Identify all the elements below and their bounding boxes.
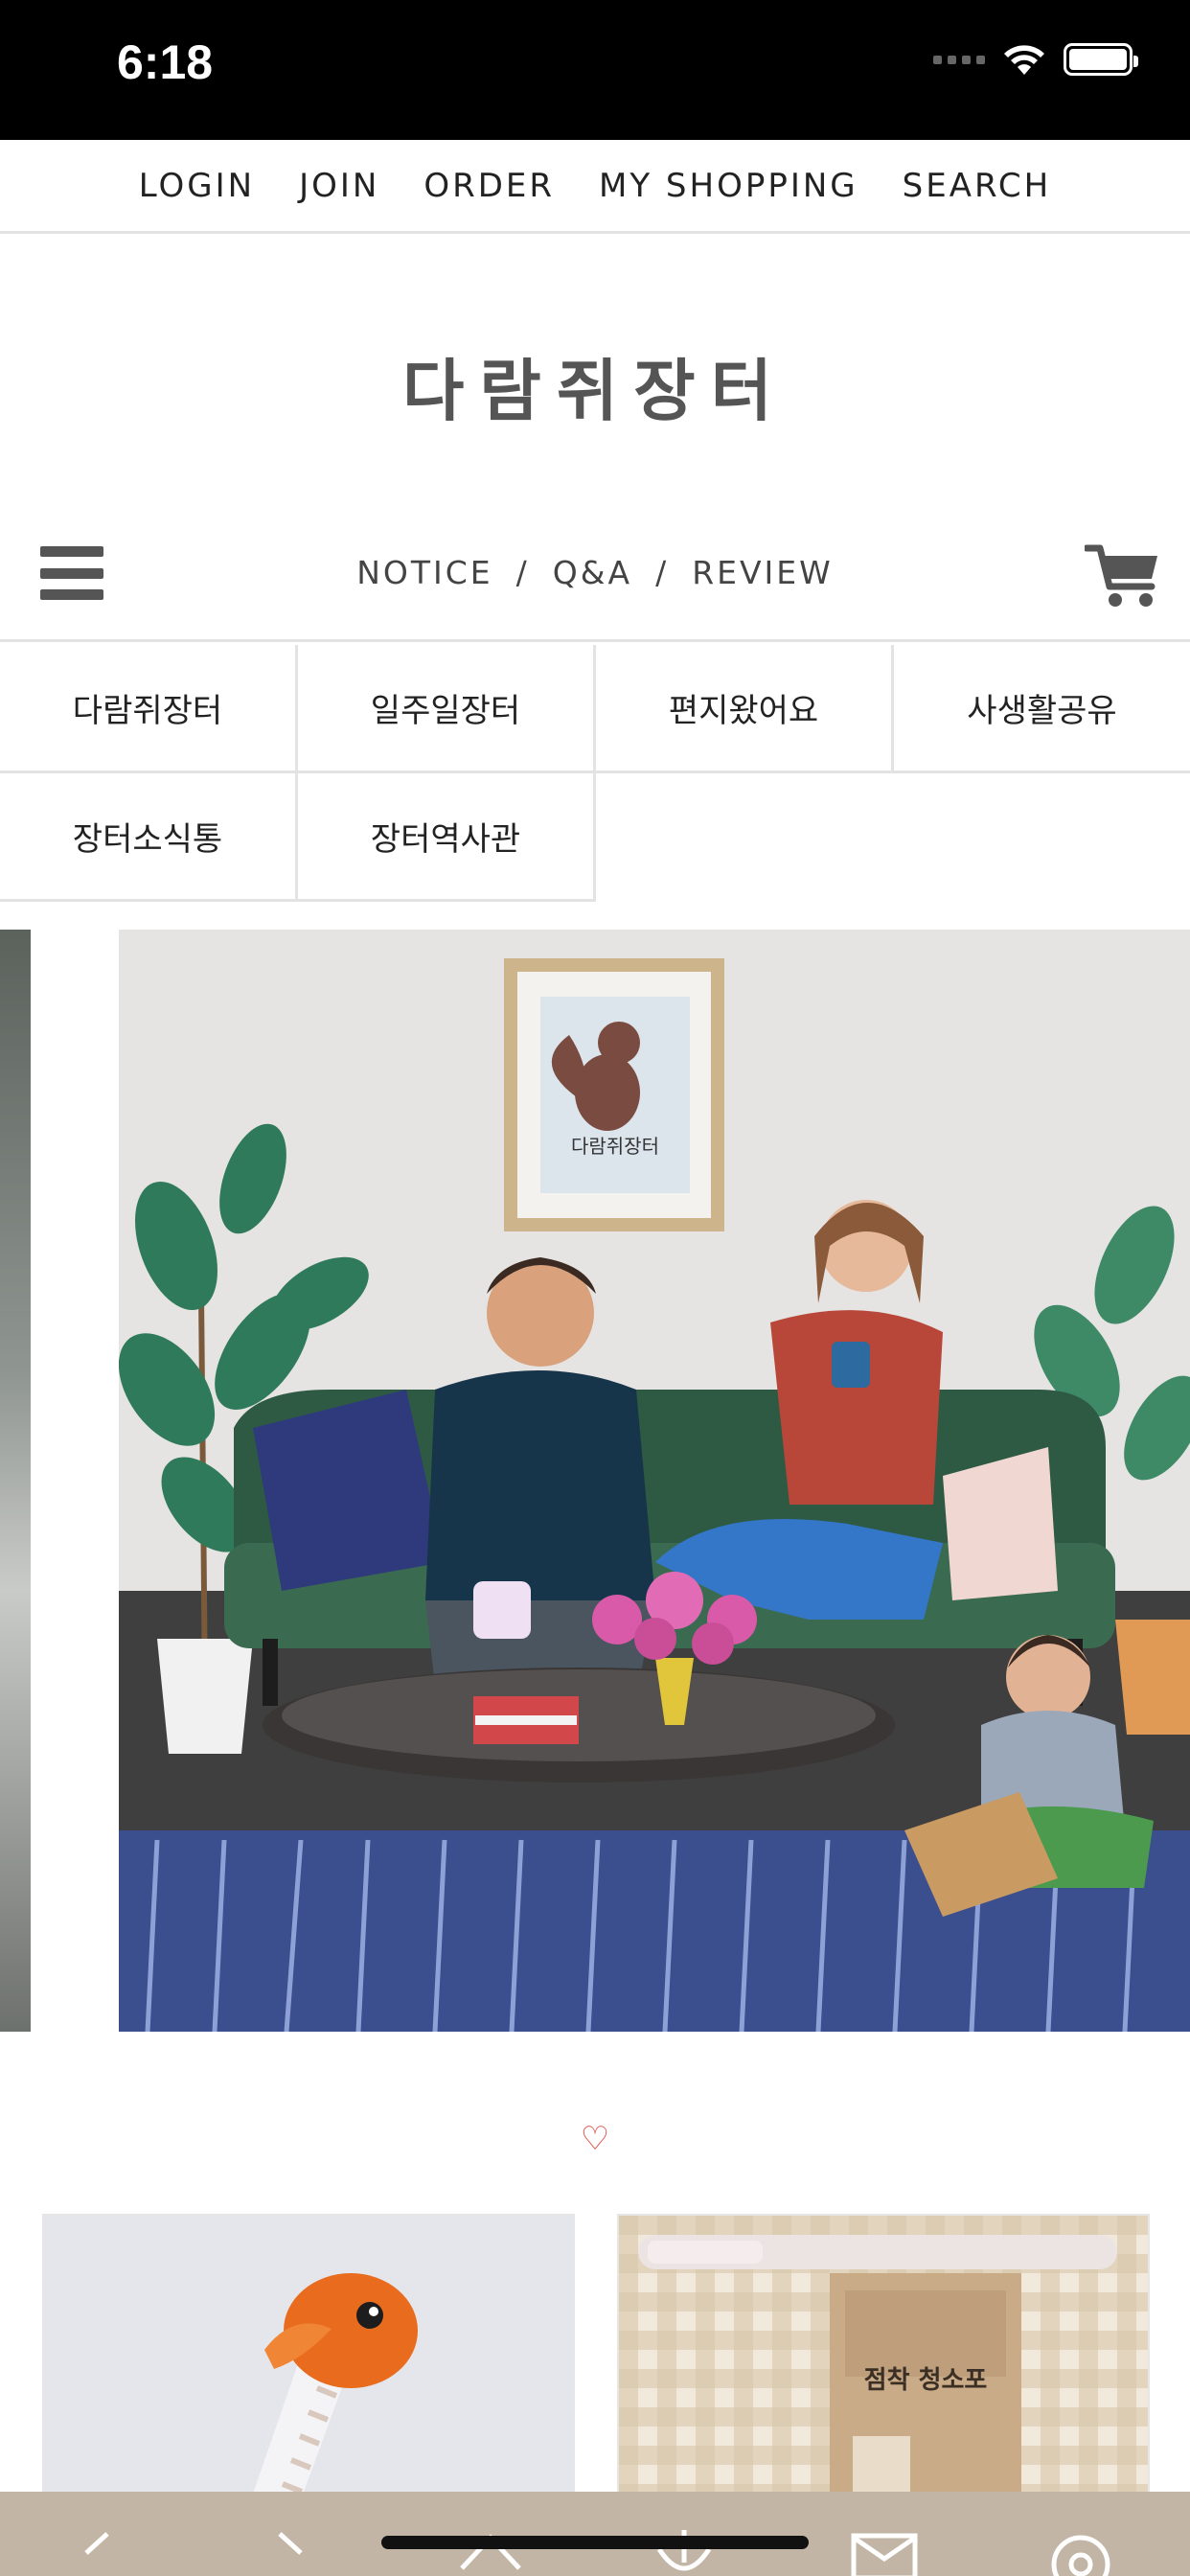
join-link[interactable]: JOIN: [299, 167, 379, 205]
wifi-icon: [1004, 45, 1044, 75]
board-bar: NOTICE / Q&A / REVIEW: [0, 508, 1190, 642]
home-indicator: [381, 2536, 809, 2549]
site-logo[interactable]: 다람쥐장터: [0, 337, 1190, 434]
category-item[interactable]: 일주일장터: [298, 645, 596, 773]
settings-icon[interactable]: [1046, 2530, 1115, 2576]
back-arrow-icon[interactable]: [77, 2530, 115, 2576]
product-label: 점착 청소포: [864, 2366, 988, 2395]
separator: /: [655, 554, 670, 591]
category-item[interactable]: 편지왔어요: [596, 645, 894, 773]
forward-arrow-icon[interactable]: [272, 2530, 310, 2576]
my-shopping-link[interactable]: MY SHOPPING: [599, 167, 858, 205]
notice-link[interactable]: NOTICE: [356, 554, 492, 591]
previous-slide-peek[interactable]: [0, 930, 31, 2032]
separator: /: [515, 554, 530, 591]
qa-link[interactable]: Q&A: [553, 554, 632, 591]
review-link[interactable]: REVIEW: [692, 554, 834, 591]
category-item[interactable]: 다람쥐장터: [0, 645, 298, 773]
cellular-signal-icon: [933, 55, 985, 64]
status-bar: 6:18: [0, 0, 1190, 140]
search-link[interactable]: SEARCH: [903, 167, 1052, 205]
category-item[interactable]: 장터역사관: [298, 773, 596, 902]
family-illustration: 다람쥐장터: [119, 930, 1190, 2032]
status-icons: [933, 42, 1138, 77]
frame-text: 다람쥐장터: [571, 1135, 659, 1158]
mail-icon[interactable]: [851, 2530, 918, 2576]
bottom-toolbar: [0, 2492, 1190, 2576]
board-links: NOTICE / Q&A / REVIEW: [0, 554, 1190, 591]
cart-icon[interactable]: [1085, 542, 1161, 610]
category-item[interactable]: 사생활공유: [894, 645, 1190, 773]
battery-icon: [1064, 43, 1138, 76]
top-nav: LOGIN JOIN ORDER MY SHOPPING SEARCH: [0, 140, 1190, 234]
section-heart-icon: ♡: [580, 2120, 610, 2158]
order-link[interactable]: ORDER: [423, 167, 555, 205]
main-banner[interactable]: 다람쥐장터: [119, 930, 1190, 2032]
category-item[interactable]: 장터소식통: [0, 773, 298, 902]
login-link[interactable]: LOGIN: [139, 167, 255, 205]
status-time: 6:18: [117, 35, 214, 89]
